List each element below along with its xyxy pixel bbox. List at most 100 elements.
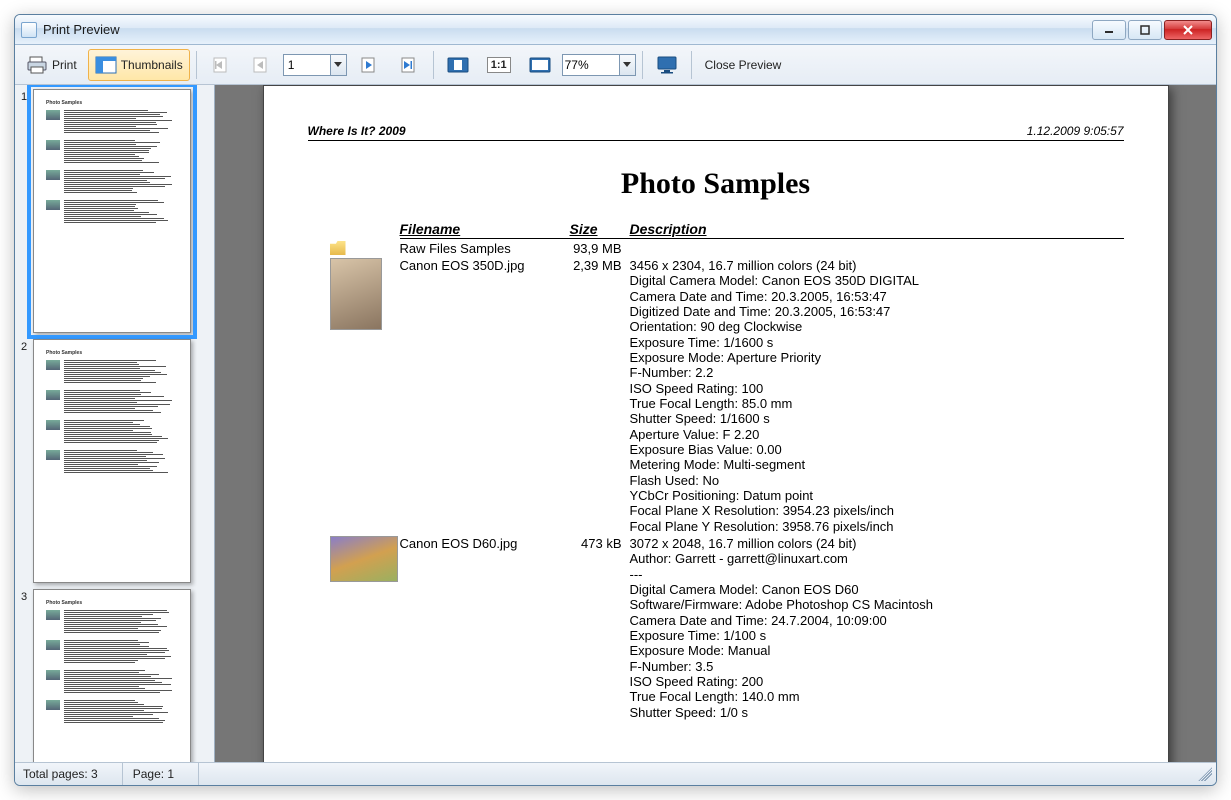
col-filename: Filename: [400, 221, 570, 237]
one-to-one-label: 1:1: [487, 57, 511, 73]
resize-grip[interactable]: [1198, 767, 1212, 781]
content-area: 1Photo Samples 2 Photo Samples 3 Photo Sampl…: [15, 85, 1216, 762]
page-dropdown-icon[interactable]: [331, 54, 347, 76]
description-line: True Focal Length: 85.0 mm: [630, 396, 1124, 411]
description-line: Camera Date and Time: 24.7.2004, 10:09:0…: [630, 613, 1124, 628]
thumbnails-scroll[interactable]: 1Photo Samples 2 Photo Samples 3 Photo Sampl…: [15, 85, 214, 762]
description-line: True Focal Length: 140.0 mm: [630, 689, 1124, 704]
actual-size-button[interactable]: 1:1: [480, 49, 518, 81]
entry-description: 3456 x 2304, 16.7 million colors (24 bit…: [630, 258, 1124, 534]
close-preview-button[interactable]: Close Preview: [698, 49, 789, 81]
status-bar: Total pages: 3 Page: 1: [15, 762, 1216, 785]
separator: [642, 51, 643, 79]
app-icon: [21, 22, 37, 38]
description-line: Orientation: 90 deg Clockwise: [630, 319, 1124, 334]
prev-page-button[interactable]: [243, 49, 279, 81]
page-view: Where Is It? 2009 1.12.2009 9:05:57 Phot…: [215, 85, 1216, 762]
prev-page-icon: [250, 54, 272, 76]
description-line: Digitized Date and Time: 20.3.2005, 16:5…: [630, 304, 1124, 319]
description-line: Focal Plane Y Resolution: 3958.76 pixels…: [630, 519, 1124, 534]
thumbnail-item[interactable]: 3 Photo Samples: [19, 589, 210, 762]
printer-icon: [26, 54, 48, 76]
window-title: Print Preview: [43, 22, 1090, 37]
print-label: Print: [52, 58, 77, 72]
close-button[interactable]: [1164, 20, 1212, 40]
fit-width-button[interactable]: [522, 49, 558, 81]
entry-size: 93,9 MB: [570, 241, 630, 256]
status-total-pages: Total pages: 3: [23, 763, 123, 785]
next-page-button[interactable]: [351, 49, 387, 81]
col-size: Size: [570, 221, 630, 237]
print-button[interactable]: Print: [19, 49, 84, 81]
description-line: Software/Firmware: Adobe Photoshop CS Ma…: [630, 597, 1124, 612]
first-page-icon: [210, 54, 232, 76]
toolbar: Print Thumbnails: [15, 45, 1216, 85]
entry-filename: Canon EOS 350D.jpg: [400, 258, 570, 273]
page-number-input[interactable]: [283, 54, 331, 76]
separator: [196, 51, 197, 79]
description-line: Author: Garrett - garrett@linuxart.com: [630, 551, 1124, 566]
photo-thumbnail: [308, 258, 400, 330]
column-headers: Filename Size Description: [400, 221, 1124, 239]
thumbnail-item[interactable]: 1Photo Samples: [19, 89, 210, 333]
zoom-input[interactable]: [562, 54, 620, 76]
fit-width-icon: [529, 54, 551, 76]
entry-size: 2,39 MB: [570, 258, 630, 273]
thumbnails-button[interactable]: Thumbnails: [88, 49, 190, 81]
entries-list: Raw Files Samples93,9 MBCanon EOS 350D.j…: [308, 241, 1124, 720]
titlebar[interactable]: Print Preview: [15, 15, 1216, 45]
description-line: Flash Used: No: [630, 473, 1124, 488]
folder-icon: [308, 241, 400, 255]
print-preview-window: Print Preview Print Thumbnails: [14, 14, 1217, 786]
thumbnails-label: Thumbnails: [121, 58, 183, 72]
entry-description: 3072 x 2048, 16.7 million colors (24 bit…: [630, 536, 1124, 720]
thumbnail-number: 3: [21, 591, 27, 603]
description-line: ISO Speed Rating: 100: [630, 381, 1124, 396]
description-line: 3456 x 2304, 16.7 million colors (24 bit…: [630, 258, 1124, 273]
description-line: ---: [630, 567, 1124, 582]
fit-page-icon: [447, 54, 469, 76]
maximize-button[interactable]: [1128, 20, 1162, 40]
photo-thumbnail: [308, 536, 400, 582]
description-line: Shutter Speed: 1/1600 s: [630, 411, 1124, 426]
separator: [691, 51, 692, 79]
description-line: Exposure Time: 1/1600 s: [630, 335, 1124, 350]
page-number-field[interactable]: [283, 54, 347, 76]
col-description: Description: [630, 221, 1124, 237]
entry-size: 473 kB: [570, 536, 630, 551]
minimize-button[interactable]: [1092, 20, 1126, 40]
description-line: Digital Camera Model: Canon EOS D60: [630, 582, 1124, 597]
description-line: Aperture Value: F 2.20: [630, 427, 1124, 442]
description-line: ISO Speed Rating: 200: [630, 674, 1124, 689]
preview-page: Where Is It? 2009 1.12.2009 9:05:57 Phot…: [263, 85, 1169, 762]
thumbnail-page[interactable]: Photo Samples: [33, 589, 191, 762]
file-entry: Raw Files Samples93,9 MB: [308, 241, 1124, 256]
description-line: Exposure Time: 1/100 s: [630, 628, 1124, 643]
description-line: F-Number: 2.2: [630, 365, 1124, 380]
status-current-page: Page: 1: [133, 763, 199, 785]
description-line: Exposure Bias Value: 0.00: [630, 442, 1124, 457]
description-line: Camera Date and Time: 20.3.2005, 16:53:4…: [630, 289, 1124, 304]
monitor-icon: [656, 54, 678, 76]
description-line: 3072 x 2048, 16.7 million colors (24 bit…: [630, 536, 1124, 551]
fullscreen-button[interactable]: [649, 49, 685, 81]
first-page-button[interactable]: [203, 49, 239, 81]
thumbnail-number: 2: [21, 341, 27, 353]
description-line: Shutter Speed: 1/0 s: [630, 705, 1124, 720]
thumbnails-pane: 1Photo Samples 2 Photo Samples 3 Photo Sampl…: [15, 85, 215, 762]
description-line: Exposure Mode: Manual: [630, 643, 1124, 658]
thumbnails-icon: [95, 54, 117, 76]
zoom-dropdown-icon[interactable]: [620, 54, 636, 76]
entry-filename: Raw Files Samples: [400, 241, 570, 256]
thumbnail-item[interactable]: 2 Photo Samples: [19, 339, 210, 583]
last-page-icon: [398, 54, 420, 76]
thumbnail-page[interactable]: Photo Samples: [33, 339, 191, 583]
file-entry: Canon EOS D60.jpg473 kB3072 x 2048, 16.7…: [308, 536, 1124, 720]
description-line: F-Number: 3.5: [630, 659, 1124, 674]
thumbnail-page[interactable]: Photo Samples: [33, 89, 191, 333]
description-line: Focal Plane X Resolution: 3954.23 pixels…: [630, 503, 1124, 518]
last-page-button[interactable]: [391, 49, 427, 81]
page-scroll[interactable]: Where Is It? 2009 1.12.2009 9:05:57 Phot…: [215, 85, 1216, 762]
zoom-field[interactable]: [562, 54, 636, 76]
fit-page-button[interactable]: [440, 49, 476, 81]
